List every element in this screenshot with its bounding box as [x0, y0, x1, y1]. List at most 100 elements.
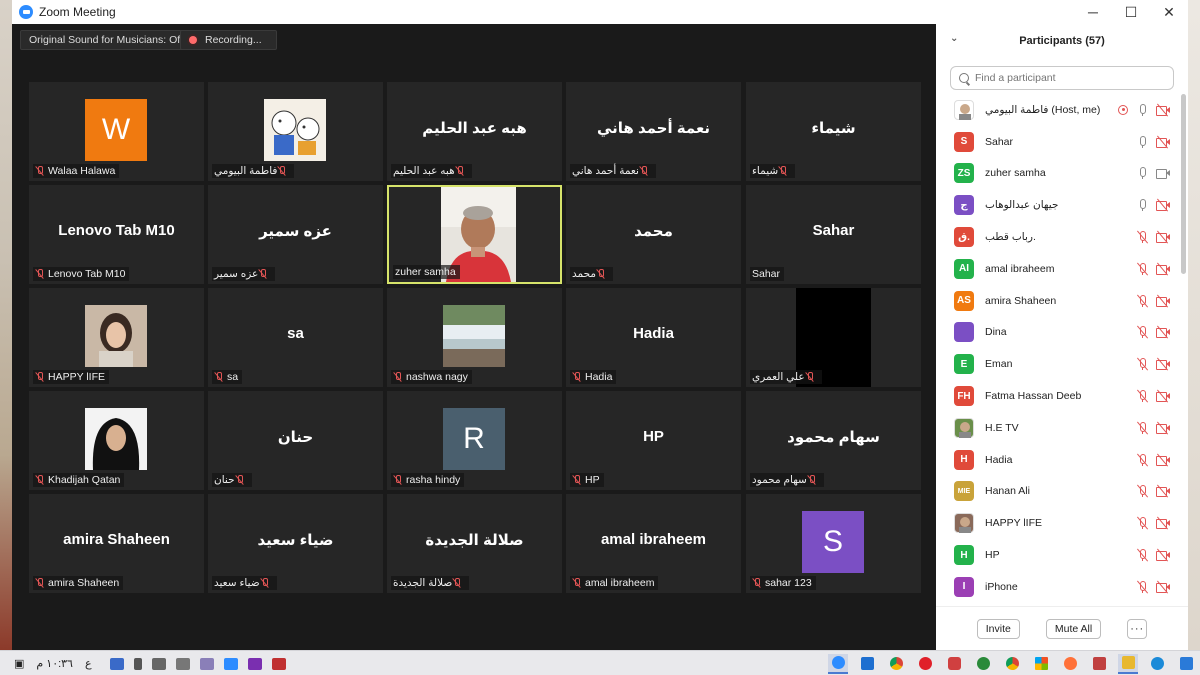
participant-row[interactable]: H.E TV	[936, 412, 1180, 444]
taskbar-store-icon[interactable]	[1031, 654, 1051, 674]
participant-row[interactable]: H HP	[936, 539, 1180, 571]
participant-row[interactable]: ZS zuher samha	[936, 158, 1180, 190]
taskbar-chrome2-icon[interactable]	[1002, 654, 1022, 674]
participant-row[interactable]: Dina	[936, 317, 1180, 349]
participant-row[interactable]: ج جيهان عبدالوهاب	[936, 189, 1180, 221]
video-tile[interactable]: amal ibraheem amal ibraheem	[566, 494, 741, 593]
taskbar-opera-icon[interactable]	[915, 654, 935, 674]
taskbar-chrome-icon[interactable]	[886, 654, 906, 674]
muted-mic-icon[interactable]	[1137, 262, 1149, 276]
participant-row[interactable]: FH Fatma Hassan Deeb	[936, 380, 1180, 412]
camera-off-icon[interactable]	[1156, 453, 1170, 467]
camera-off-icon[interactable]	[1156, 516, 1170, 530]
camera-off-icon[interactable]	[1156, 135, 1170, 149]
close-button[interactable]: ✕	[1150, 0, 1188, 24]
participant-row[interactable]: ق. رباب قطب.	[936, 221, 1180, 253]
camera-icon[interactable]	[1156, 168, 1170, 180]
video-tile[interactable]: zuher samha	[387, 185, 562, 284]
volume-icon[interactable]	[176, 657, 190, 670]
chat-icon[interactable]	[110, 657, 124, 670]
taskbar-firefox-icon[interactable]	[1060, 654, 1080, 674]
more-options-button[interactable]: ···	[1127, 618, 1148, 639]
muted-mic-icon[interactable]	[1137, 516, 1149, 530]
camera-off-icon[interactable]	[1156, 389, 1170, 403]
taskbar-clock[interactable]: ١٠:٣٦ م	[36, 657, 73, 670]
participant-search-input[interactable]	[975, 72, 1155, 84]
original-sound-button[interactable]: Original Sound for Musicians: Off	[20, 30, 192, 50]
video-tile[interactable]: فاطمة البيومي	[208, 82, 383, 181]
muted-mic-icon[interactable]	[1137, 484, 1149, 498]
mic-icon[interactable]	[1138, 167, 1146, 180]
display-icon[interactable]	[200, 657, 214, 670]
camera-off-icon[interactable]	[1156, 580, 1170, 594]
camera-off-icon[interactable]	[1156, 230, 1170, 244]
muted-mic-icon[interactable]	[1137, 230, 1149, 244]
muted-mic-icon[interactable]	[1137, 580, 1149, 594]
invite-button[interactable]: Invite	[976, 618, 1020, 639]
camera-off-icon[interactable]	[1156, 294, 1170, 308]
video-tile[interactable]: amira Shaheen amira Shaheen	[29, 494, 204, 593]
participant-list-scrollbar[interactable]	[1181, 94, 1186, 274]
microphone-icon[interactable]	[134, 657, 142, 670]
video-tile[interactable]: هبه عبد الحليم هبه عبد الحليم	[387, 82, 562, 181]
onenote-icon[interactable]	[248, 657, 262, 670]
video-tile[interactable]: Khadijah Qatan	[29, 391, 204, 490]
camera-off-icon[interactable]	[1156, 484, 1170, 498]
video-tile[interactable]: سهام محمود سهام محمود	[746, 391, 921, 490]
video-tile[interactable]: sa sa	[208, 288, 383, 387]
camera-off-icon[interactable]	[1156, 325, 1170, 340]
taskbar-start-icon[interactable]	[1176, 654, 1196, 674]
video-tile[interactable]: Ssahar 123	[746, 494, 921, 593]
participant-row[interactable]: فاطمة البيومي (Host, me)	[936, 94, 1180, 126]
video-tile[interactable]: W Walaa Halawa	[29, 82, 204, 181]
video-tile[interactable]: عزه سمير عزه سمير	[208, 185, 383, 284]
video-tile[interactable]: Sahar Sahar	[746, 185, 921, 284]
zoom-tray-icon[interactable]	[224, 657, 238, 670]
recording-indicator[interactable]: Recording...	[180, 30, 277, 50]
taskbar-folder-icon[interactable]	[1118, 653, 1138, 674]
video-tile[interactable]: ضياء سعيد ضياء سعيد	[208, 494, 383, 593]
video-tile[interactable]: Rrasha hindy	[387, 391, 562, 490]
taskbar-explorer-icon[interactable]	[857, 654, 877, 674]
participant-search[interactable]	[950, 66, 1174, 90]
video-tile[interactable]: محمد محمد	[566, 185, 741, 284]
participant-row[interactable]: HAPPY lIFE	[936, 507, 1180, 539]
minimize-button[interactable]: ─	[1074, 0, 1112, 24]
video-tile[interactable]: HAPPY lIFE	[29, 288, 204, 387]
video-tile[interactable]: صلالة الجديدة صلالة الجديدة	[387, 494, 562, 593]
muted-mic-icon[interactable]	[1137, 294, 1149, 308]
app-tray-icon[interactable]	[272, 657, 286, 670]
participant-row[interactable]: AI amal ibraheem	[936, 253, 1180, 285]
notifications-icon[interactable]: ▣	[14, 657, 24, 670]
input-language[interactable]: ع	[85, 657, 92, 670]
video-tile[interactable]: Lenovo Tab M10 Lenovo Tab M10	[29, 185, 204, 284]
taskbar-zoom-icon[interactable]	[828, 653, 848, 674]
muted-mic-icon[interactable]	[1137, 453, 1149, 467]
camera-off-icon[interactable]	[1156, 262, 1170, 276]
video-tile[interactable]: شيماء شيماء	[746, 82, 921, 181]
muted-mic-icon[interactable]	[1137, 325, 1149, 340]
collapse-chevron-icon[interactable]: ⌄	[950, 33, 958, 44]
mic-icon[interactable]	[1138, 103, 1146, 116]
video-tile[interactable]: نعمة أحمد هاني نعمة أحمد هاني	[566, 82, 741, 181]
battery-icon[interactable]	[152, 657, 166, 670]
taskbar-app-icon[interactable]	[944, 654, 964, 674]
taskbar-edge-icon[interactable]	[1147, 654, 1167, 674]
muted-mic-icon[interactable]	[1137, 389, 1149, 403]
muted-mic-icon[interactable]	[1137, 548, 1149, 562]
camera-off-icon[interactable]	[1156, 357, 1170, 371]
maximize-button[interactable]: ☐	[1112, 0, 1150, 24]
participant-row[interactable]: E Eman	[936, 348, 1180, 380]
participant-row[interactable]: AS amira Shaheen	[936, 285, 1180, 317]
mute-all-button[interactable]: Mute All	[1045, 618, 1102, 639]
participant-row[interactable]: H Hadia	[936, 444, 1180, 476]
mic-icon[interactable]	[1138, 199, 1146, 212]
camera-off-icon[interactable]	[1156, 421, 1170, 435]
participant-row[interactable]: IiPhone	[936, 571, 1180, 603]
taskbar-stack-icon[interactable]	[1089, 654, 1109, 674]
camera-off-icon[interactable]	[1156, 103, 1170, 117]
video-tile[interactable]: HP HP	[566, 391, 741, 490]
participant-row[interactable]: MIE Hanan Ali	[936, 476, 1180, 508]
video-tile[interactable]: علي العمري	[746, 288, 921, 387]
taskbar-tree-icon[interactable]	[973, 654, 993, 674]
